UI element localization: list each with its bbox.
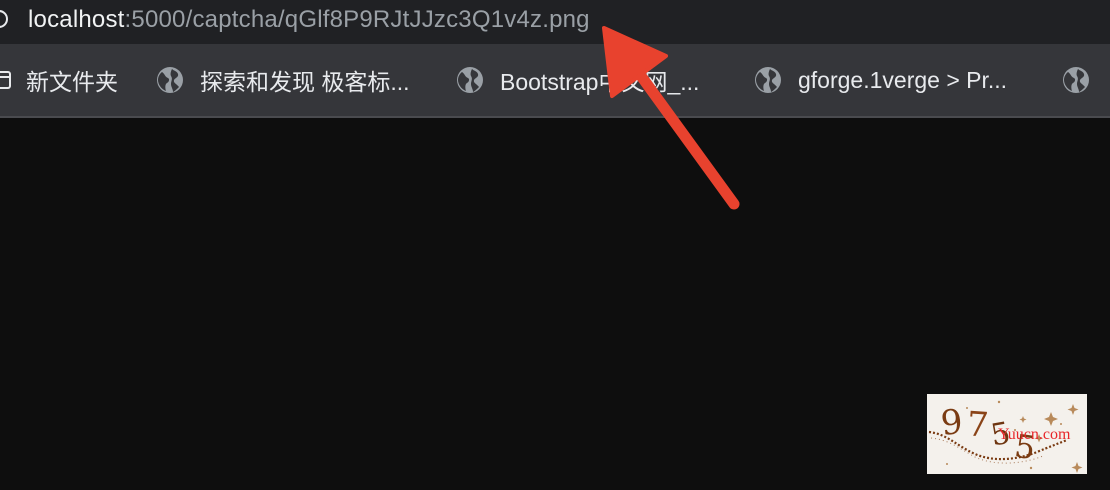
captcha-char: 7	[966, 404, 990, 445]
bookmark-label: Bootstrap中文网_...	[500, 69, 700, 95]
url-field[interactable]: localhost:5000/captcha/qGlf8P9RJtJJzc3Q1…	[28, 4, 590, 36]
url-path: :5000/captcha/qGlf8P9RJtJJzc3Q1v4z.png	[124, 6, 590, 33]
bookmark-item[interactable]: gforge.1verge > Pr...	[754, 44, 1007, 116]
bookmarks-bar: 新文件夹 探索和发现 极客标... Bootstrap中文网_... gforg…	[0, 44, 1110, 118]
bookmark-label: gforge.1verge > Pr...	[798, 66, 1008, 93]
globe-icon	[457, 67, 483, 93]
globe-icon	[157, 67, 183, 93]
bookmark-label: 探索和发现 极客标...	[200, 69, 410, 95]
bookmark-label: 新文件夹	[26, 69, 118, 95]
address-bar[interactable]: localhost:5000/captcha/qGlf8P9RJtJJzc3Q1…	[0, 0, 1110, 44]
bookmark-item[interactable]	[1062, 44, 1106, 116]
site-info-icon[interactable]	[0, 10, 8, 28]
globe-icon	[1063, 67, 1089, 93]
folder-icon	[0, 71, 11, 89]
browser-window: localhost:5000/captcha/qGlf8P9RJtJJzc3Q1…	[0, 0, 1110, 490]
url-host: localhost	[28, 6, 125, 33]
bookmark-new-folder[interactable]: 新文件夹	[0, 44, 118, 116]
captcha-char: 9	[939, 402, 965, 444]
bookmark-item[interactable]: 探索和发现 极客标...	[156, 44, 410, 116]
bookmark-item[interactable]: Bootstrap中文网_...	[456, 44, 699, 116]
globe-icon	[755, 67, 781, 93]
watermark: Yuucn.com	[998, 426, 1071, 443]
